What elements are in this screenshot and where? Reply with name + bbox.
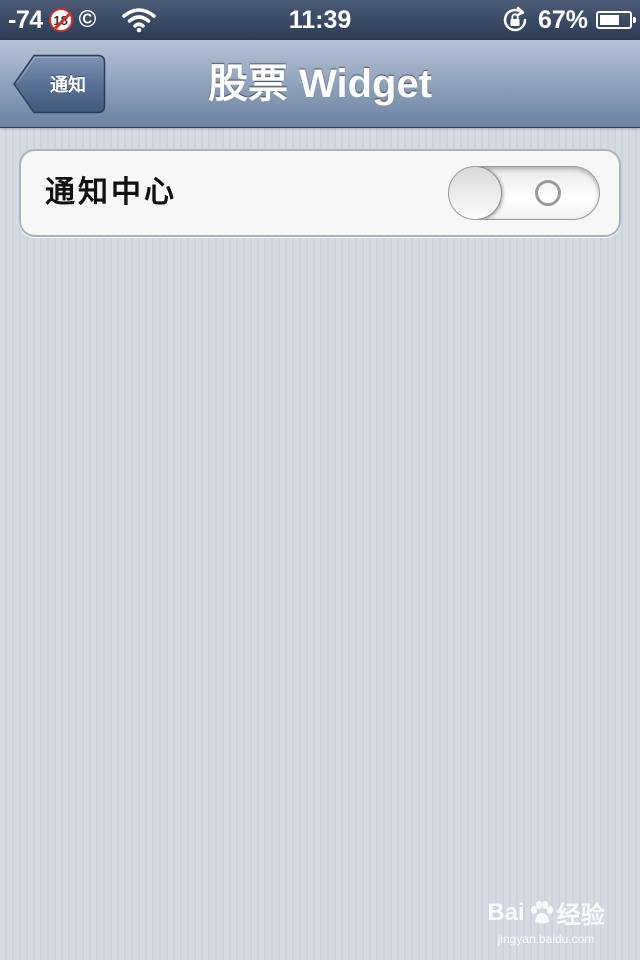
battery-fill: [600, 15, 619, 25]
navigation-bar: 通知 股票 Widget: [0, 40, 640, 128]
wifi-icon: [122, 7, 157, 33]
back-button-label: 通知: [50, 75, 86, 96]
baidu-jingyan-watermark: Bai 经验 jingyan.baidu.com: [486, 895, 606, 947]
notification-center-toggle[interactable]: [448, 166, 600, 220]
copyright-icon: ©: [78, 6, 97, 33]
watermark-url: jingyan.baidu.com: [497, 932, 595, 946]
rotation-lock-icon: [500, 5, 530, 35]
age-18-badge-icon: 18: [48, 8, 73, 32]
toggle-off-indicator-icon: [535, 180, 561, 206]
status-bar-right: 67%: [500, 5, 636, 35]
settings-group: 通知中心: [19, 149, 621, 237]
watermark-logo-text-right: 经验: [556, 902, 605, 929]
notification-center-label: 通知中心: [45, 175, 177, 210]
signal-strength-text: -74: [8, 5, 43, 34]
battery-percentage: 67%: [537, 5, 588, 34]
watermark-logo-text-left: Bai: [487, 898, 525, 926]
toggle-knob[interactable]: [449, 167, 502, 219]
status-bar: -74 18 © 11:39 67%: [0, 0, 640, 40]
paw-icon: [530, 900, 553, 923]
watermark-logo: Bai 经验: [486, 895, 606, 930]
battery-icon: [596, 11, 636, 29]
status-bar-left: -74 18 ©: [8, 5, 157, 35]
back-button[interactable]: 通知: [12, 54, 106, 114]
